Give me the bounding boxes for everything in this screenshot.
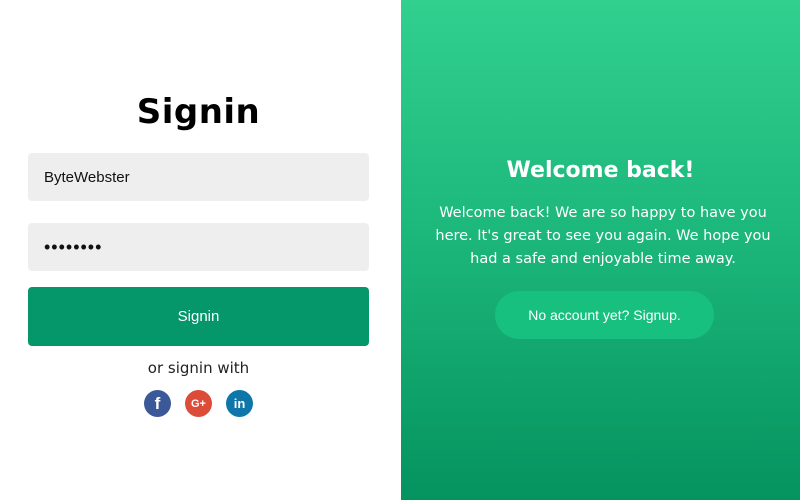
welcome-panel: Welcome back! Welcome back! We are so ha… xyxy=(401,0,800,500)
google-plus-glyph: G+ xyxy=(191,397,206,410)
welcome-text: Welcome back! We are so happy to have yo… xyxy=(435,205,771,267)
linkedin-glyph: in xyxy=(233,396,246,411)
welcome-title: Welcome back! xyxy=(506,158,695,183)
auth-page: Signin Signin or signin with f G+ in Wel… xyxy=(0,0,800,500)
linkedin-icon[interactable]: in xyxy=(226,390,253,417)
google-plus-icon[interactable]: G+ xyxy=(185,390,212,417)
signin-panel: Signin Signin or signin with f G+ in xyxy=(0,0,401,500)
alt-signin-label: or signin with xyxy=(147,359,250,377)
facebook-icon[interactable]: f xyxy=(144,390,171,417)
username-field[interactable] xyxy=(28,153,369,201)
signin-title: Signin xyxy=(136,92,261,132)
social-links: f G+ in xyxy=(144,390,253,417)
signup-button[interactable]: No account yet? Signup. xyxy=(495,291,714,339)
facebook-glyph: f xyxy=(154,393,161,413)
password-field[interactable] xyxy=(28,223,369,271)
signin-button[interactable]: Signin xyxy=(28,287,369,346)
